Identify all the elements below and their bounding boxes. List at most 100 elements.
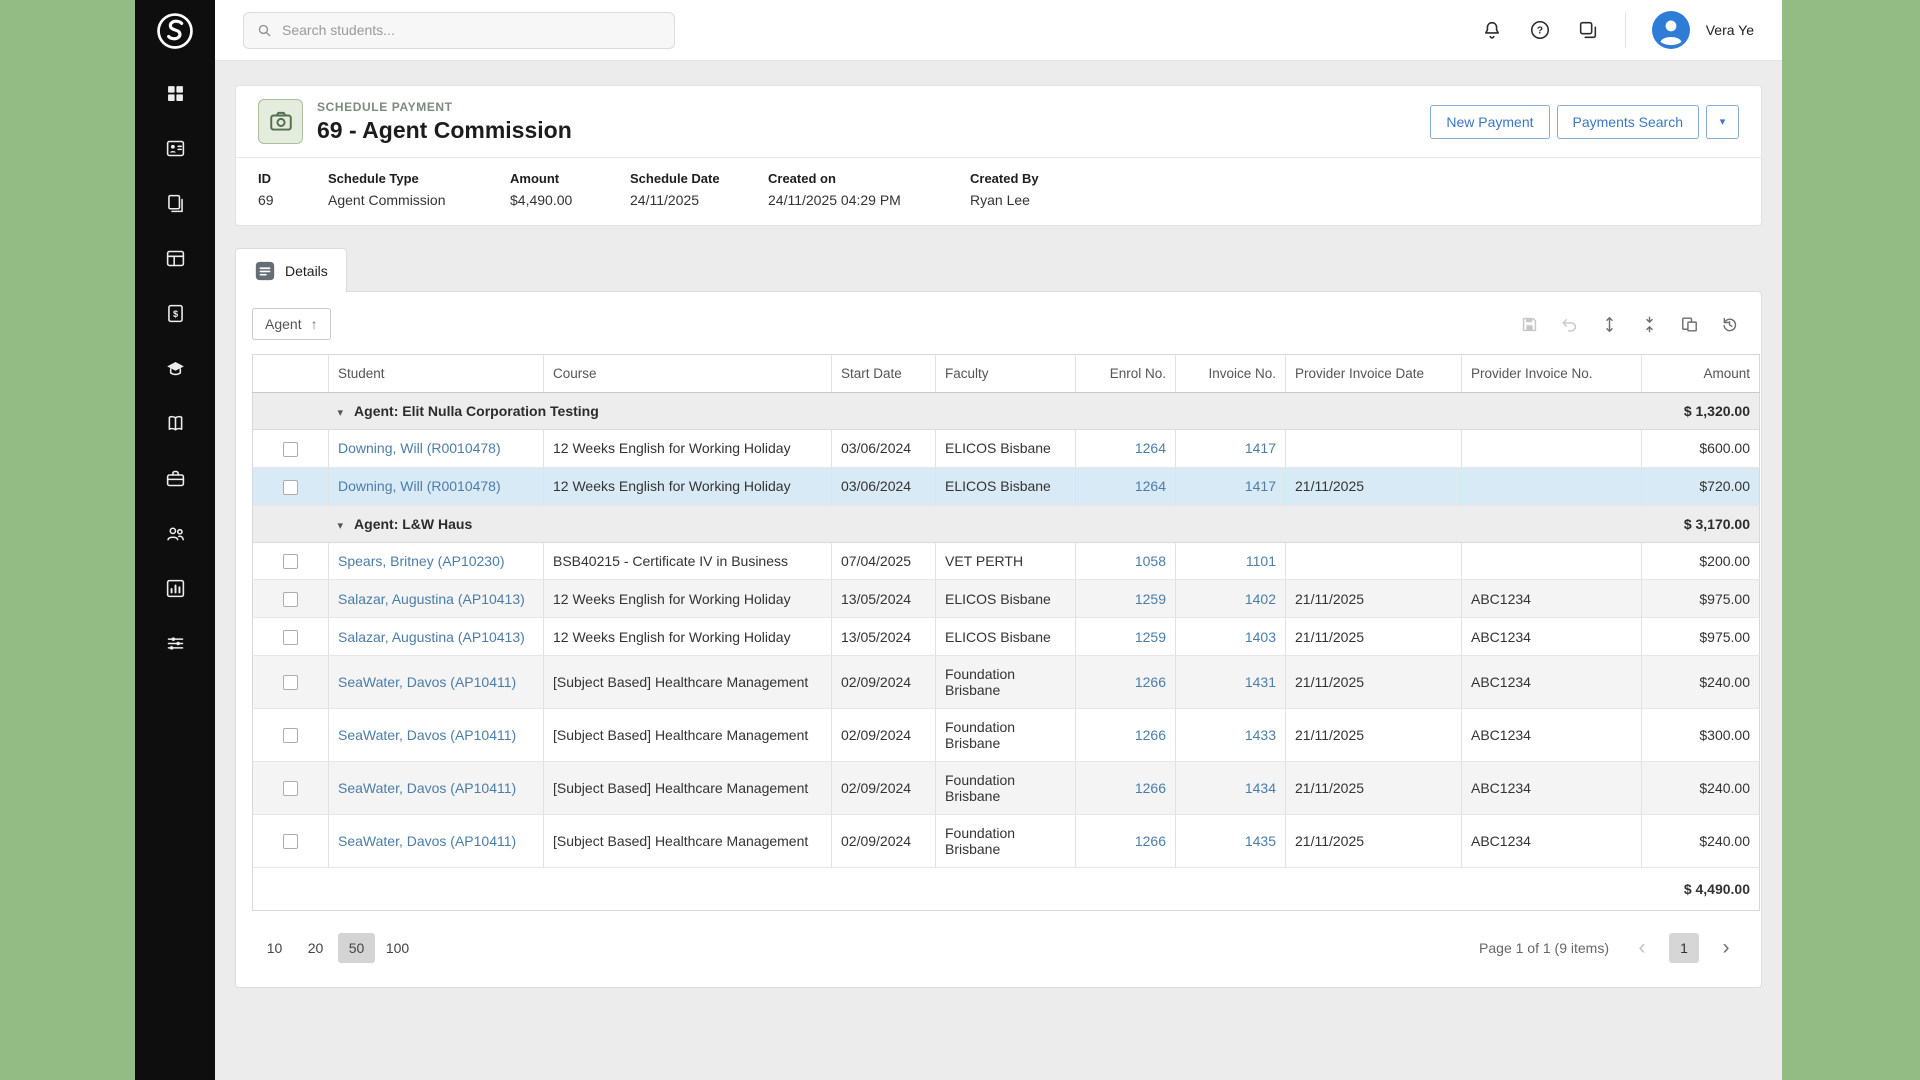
student-link[interactable]: Downing, Will (R0010478) <box>338 478 501 494</box>
sidebar-item-tables[interactable] <box>156 242 194 280</box>
new-payment-button[interactable]: New Payment <box>1430 105 1549 139</box>
student-link[interactable]: Salazar, Augustina (AP10413) <box>338 591 525 607</box>
invoice-link[interactable]: 1402 <box>1245 591 1276 607</box>
row-checkbox[interactable] <box>283 442 298 457</box>
provider-invoice-no-cell-td: ABC1234 <box>1462 655 1642 708</box>
student-link[interactable]: Salazar, Augustina (AP10413) <box>338 629 525 645</box>
student-link[interactable]: Spears, Britney (AP10230) <box>338 553 505 569</box>
sidebar-item-documents[interactable] <box>156 187 194 225</box>
user-name[interactable]: Vera Ye <box>1706 22 1754 38</box>
notifications-icon[interactable] <box>1481 19 1503 41</box>
group-by-chip[interactable]: Agent ↑ <box>252 308 331 340</box>
help-icon[interactable]: ? <box>1529 19 1551 41</box>
expand-rows-button[interactable] <box>1593 308 1625 340</box>
collapse-rows-button[interactable] <box>1633 308 1665 340</box>
invoice-link[interactable]: 1431 <box>1245 674 1276 690</box>
collapse-group-icon[interactable]: ▾ <box>338 407 344 419</box>
page-1-button[interactable]: 1 <box>1669 933 1699 963</box>
enrol-link[interactable]: 1266 <box>1135 833 1166 849</box>
column-header-student[interactable]: Student <box>329 355 544 393</box>
search-box[interactable] <box>243 12 675 49</box>
collapse-group-icon[interactable]: ▾ <box>338 520 344 532</box>
sidebar-item-employment[interactable] <box>156 462 194 500</box>
table-row[interactable]: Downing, Will (R0010478)12 Weeks English… <box>253 467 1760 505</box>
tab-details[interactable]: Details <box>235 248 347 292</box>
sidebar-item-agents[interactable] <box>156 517 194 555</box>
enrol-link[interactable]: 1259 <box>1135 591 1166 607</box>
sidebar-item-library[interactable] <box>156 407 194 445</box>
enrol-link[interactable]: 1259 <box>1135 629 1166 645</box>
payments-search-button[interactable]: Payments Search <box>1557 105 1700 139</box>
table-row[interactable]: SeaWater, Davos (AP10411) [Subject Based]… <box>253 655 1760 708</box>
column-header-start-date[interactable]: Start Date <box>832 355 936 393</box>
avatar[interactable] <box>1652 11 1690 49</box>
table-row[interactable]: Downing, Will (R0010478)12 Weeks English… <box>253 430 1760 468</box>
sidebar-item-settings[interactable] <box>156 627 194 665</box>
sidebar-item-reports[interactable] <box>156 572 194 610</box>
table-row[interactable]: Spears, Britney (AP10230)BSB40215 - Cert… <box>253 542 1760 580</box>
page-size-50[interactable]: 50 <box>338 933 375 963</box>
search-input[interactable] <box>282 22 662 38</box>
table-row[interactable]: SeaWater, Davos (AP10411)[Subject Based]… <box>253 708 1760 761</box>
enrol-link[interactable]: 1264 <box>1135 440 1166 456</box>
column-header-amount[interactable]: Amount <box>1642 355 1760 393</box>
student-link[interactable]: SeaWater, Davos (AP10411) <box>338 833 516 849</box>
sidebar-item-invoices[interactable]: $ <box>156 297 194 335</box>
column-chooser-button[interactable] <box>1673 308 1705 340</box>
column-header-provider-invoice-no-[interactable]: Provider Invoice No. <box>1462 355 1642 393</box>
apps-icon[interactable] <box>1577 19 1599 41</box>
row-checkbox[interactable] <box>283 630 298 645</box>
invoice-link[interactable]: 1417 <box>1245 478 1276 494</box>
enrol-link[interactable]: 1266 <box>1135 780 1166 796</box>
prev-page-button[interactable]: ‹ <box>1627 933 1657 963</box>
sidebar-item-contacts[interactable] <box>156 132 194 170</box>
sidebar-item-courses[interactable] <box>156 352 194 390</box>
app-logo[interactable] <box>135 0 215 61</box>
actions-dropdown-button[interactable]: ▾ <box>1706 105 1739 139</box>
column-header-provider-invoice-date[interactable]: Provider Invoice Date <box>1286 355 1462 393</box>
invoice-link[interactable]: 1101 <box>1246 553 1276 569</box>
student-link[interactable]: Downing, Will (R0010478) <box>338 440 501 456</box>
table-row[interactable]: SeaWater, Davos (AP10411)[Subject Based]… <box>253 814 1760 867</box>
row-checkbox[interactable] <box>283 728 298 743</box>
column-header-invoice-no-[interactable]: Invoice No. <box>1176 355 1286 393</box>
table-row[interactable]: Salazar, Augustina (AP10413)12 Weeks Eng… <box>253 580 1760 618</box>
enrol-link[interactable]: 1058 <box>1135 553 1166 569</box>
row-checkbox[interactable] <box>283 675 298 690</box>
invoice-link[interactable]: 1417 <box>1245 440 1276 456</box>
table-row[interactable]: SeaWater, Davos (AP10411)[Subject Based]… <box>253 761 1760 814</box>
undo-button[interactable] <box>1553 308 1585 340</box>
start-date-cell: 03/06/2024 <box>841 478 911 494</box>
invoice-link[interactable]: 1435 <box>1245 833 1276 849</box>
enrol-link[interactable]: 1266 <box>1135 674 1166 690</box>
student-link[interactable]: SeaWater, Davos (AP10411) <box>338 727 516 743</box>
column-header-enrol-no-[interactable]: Enrol No. <box>1076 355 1176 393</box>
column-header-course[interactable]: Course <box>544 355 832 393</box>
checkbox-cell <box>253 618 329 656</box>
course-cell: [Subject Based] Healthcare Management <box>553 674 808 690</box>
enrol-link-td: 1264 <box>1076 430 1176 468</box>
table-row[interactable]: Salazar, Augustina (AP10413)12 Weeks Eng… <box>253 618 1760 656</box>
invoice-link[interactable]: 1403 <box>1245 629 1276 645</box>
save-button[interactable] <box>1513 308 1545 340</box>
history-button[interactable] <box>1713 308 1745 340</box>
column-header-faculty[interactable]: Faculty <box>936 355 1076 393</box>
row-checkbox[interactable] <box>283 592 298 607</box>
column-header-select[interactable] <box>253 355 329 393</box>
grid-toolbar <box>1513 308 1745 340</box>
sidebar-item-dashboard[interactable] <box>156 77 194 115</box>
row-checkbox[interactable] <box>283 554 298 569</box>
next-page-button[interactable]: › <box>1711 933 1741 963</box>
student-link[interactable]: SeaWater, Davos (AP10411) <box>338 780 516 796</box>
page-size-100[interactable]: 100 <box>379 933 416 963</box>
invoice-link[interactable]: 1433 <box>1245 727 1276 743</box>
student-link[interactable]: SeaWater, Davos (AP10411) <box>338 674 516 690</box>
page-size-20[interactable]: 20 <box>297 933 334 963</box>
invoice-link[interactable]: 1434 <box>1245 780 1276 796</box>
row-checkbox[interactable] <box>283 480 298 495</box>
enrol-link[interactable]: 1266 <box>1135 727 1166 743</box>
page-size-10[interactable]: 10 <box>256 933 293 963</box>
row-checkbox[interactable] <box>283 781 298 796</box>
row-checkbox[interactable] <box>283 834 298 849</box>
enrol-link[interactable]: 1264 <box>1135 478 1166 494</box>
